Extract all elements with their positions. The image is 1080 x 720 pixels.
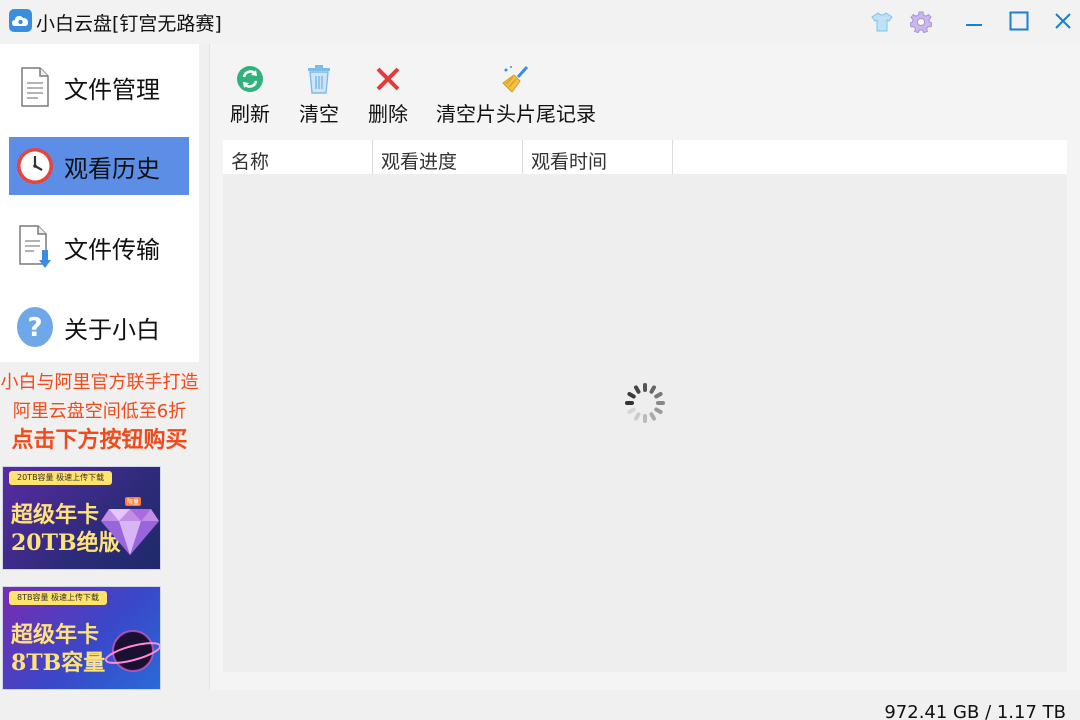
sidebar-item-file-transfer[interactable]: 文件传输 [9,218,189,276]
download-document-icon [15,224,55,270]
close-button[interactable] [1051,9,1075,33]
clear-button[interactable]: 清空 [299,64,339,128]
promo-text: 小白与阿里官方联手打造 阿里云盘空间低至6折 点击下方按钮购买 [0,368,199,456]
banner-subtitle: 8TB容量 [11,650,106,676]
sidebar-item-label: 关于小白 [64,315,160,344]
sidebar-item-label: 文件传输 [64,235,160,264]
banner-strip: 20TB容量 极速上传下载 [9,471,113,485]
svg-text:?: ? [27,313,42,343]
skin-shirt-icon[interactable] [870,10,894,34]
sidebar: 文件管理 观看历史 文件传输 ? 关于小白 [0,44,199,362]
promo-line-2: 阿里云盘空间低至6折 [12,401,187,422]
status-bar: 972.41 GB / 1.17 TB [0,690,1080,720]
banner-title: 超级年卡 [11,502,100,528]
banner-strip: 8TB容量 极速上传下载 [9,591,108,605]
settings-gear-icon[interactable] [908,9,934,35]
history-table: 名称 观看进度 观看时间 [223,140,1067,672]
refresh-icon [234,64,266,94]
promo-line-1: 小白与阿里官方联手打造 [0,372,199,393]
trash-icon [303,64,335,94]
banner-tag: 限量 [125,497,142,506]
delete-label: 删除 [368,102,408,126]
sidebar-item-label: 观看历史 [64,154,160,183]
banner-8tb[interactable]: 8TB容量 极速上传下载 超级年卡 8TB容量 [2,586,161,690]
sidebar-item-about[interactable]: ? 关于小白 [9,298,189,356]
refresh-label: 刷新 [230,102,270,126]
window-title: 小白云盘[钉宫无路赛] [36,13,222,35]
clear-intro-outro-label: 清空片头片尾记录 [436,102,596,126]
sidebar-item-watch-history[interactable]: 观看历史 [9,137,189,195]
planet-icon [103,621,160,687]
diamond-icon [99,497,160,563]
help-icon: ? [15,304,55,350]
cloud-camera-icon [9,9,32,32]
clock-icon [15,143,55,189]
document-icon [15,64,55,110]
promo-line-3: 点击下方按钮购买 [11,428,188,453]
storage-usage: 972.41 GB / 1.17 TB [884,702,1066,720]
minimize-button[interactable] [962,10,986,34]
column-header-name[interactable]: 名称 [223,140,373,174]
delete-button[interactable]: 删除 [368,64,408,128]
maximize-button[interactable] [1007,9,1031,33]
broom-icon [500,64,532,94]
loading-spinner-icon [623,380,667,426]
refresh-button[interactable]: 刷新 [230,64,270,128]
delete-x-icon [372,64,404,94]
main-panel: 刷新 清空 删除 清空片头片尾记录 名称 观看进度 观看时间 [209,44,1080,690]
banner-title: 超级年卡 [11,622,100,648]
sidebar-item-label: 文件管理 [64,75,160,104]
column-header-progress[interactable]: 观看进度 [373,140,523,174]
column-header-time[interactable]: 观看时间 [523,140,673,174]
title-bar: 小白云盘[钉宫无路赛] [0,0,1080,44]
table-header: 名称 观看进度 观看时间 [223,140,1067,174]
clear-intro-outro-button[interactable]: 清空片头片尾记录 [436,64,596,128]
clear-label: 清空 [299,102,339,126]
banner-20tb[interactable]: 20TB容量 极速上传下载 超级年卡 20TB绝版 限量 [2,466,161,570]
sidebar-item-file-management[interactable]: 文件管理 [9,58,189,116]
